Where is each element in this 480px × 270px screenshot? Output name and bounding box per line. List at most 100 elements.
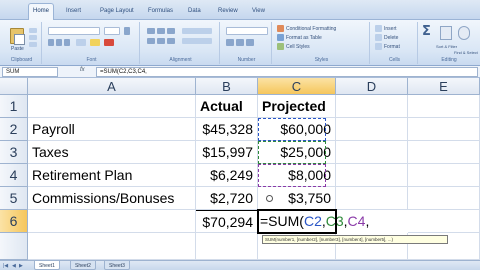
borders-icon[interactable]	[76, 39, 86, 46]
cell-e2[interactable]	[408, 118, 480, 141]
fill-color-icon[interactable]	[90, 39, 100, 46]
cell-e5[interactable]	[408, 187, 480, 210]
cut-icon[interactable]	[29, 28, 37, 33]
cell-d1[interactable]	[336, 95, 408, 118]
cell-d2[interactable]	[336, 118, 408, 141]
cell-a1[interactable]	[28, 95, 196, 118]
autosum-icon[interactable]: Σ	[422, 24, 431, 39]
grow-font-icon[interactable]	[124, 27, 130, 35]
paste-icon[interactable]	[10, 28, 25, 45]
sheet-tab-sheet3[interactable]: Sheet3	[104, 261, 130, 270]
cell-a7[interactable]	[28, 233, 196, 260]
copy-icon[interactable]	[29, 35, 37, 40]
cell-d5[interactable]	[336, 187, 408, 210]
column-header-d[interactable]: D	[336, 78, 408, 95]
font-size-dropdown[interactable]	[104, 27, 120, 35]
format-painter-icon[interactable]	[29, 42, 37, 47]
format-cells-icon[interactable]	[375, 43, 382, 50]
tab-view[interactable]: View	[248, 4, 269, 20]
tab-insert[interactable]: Insert	[62, 4, 85, 20]
cell-b1[interactable]: Actual	[196, 95, 258, 118]
find-select-button[interactable]: Find & Select	[454, 50, 478, 55]
format-cells-button[interactable]: Format	[384, 44, 400, 50]
select-all-corner[interactable]	[0, 78, 28, 95]
currency-icon[interactable]	[226, 39, 234, 46]
conditional-formatting-icon[interactable]	[277, 25, 284, 32]
italic-icon[interactable]	[56, 39, 62, 46]
formula-input[interactable]: =SUM(C2,C3,C4,	[96, 67, 478, 77]
row-header-4[interactable]: 4	[0, 164, 28, 187]
first-sheet-arrow-icon[interactable]: |◀	[3, 263, 8, 269]
row-header-6[interactable]: 6	[0, 210, 28, 233]
cell-a2[interactable]: Payroll	[28, 118, 196, 141]
cell-b4[interactable]: $6,249	[196, 164, 258, 187]
cell-a3[interactable]: Taxes	[28, 141, 196, 164]
cell-b7[interactable]	[196, 233, 258, 260]
wrap-text-button[interactable]	[182, 28, 212, 34]
align-middle-icon[interactable]	[157, 28, 165, 34]
merge-center-button[interactable]	[182, 38, 212, 44]
cell-e6[interactable]	[408, 210, 480, 233]
font-color-icon[interactable]	[104, 39, 114, 46]
format-as-table-button[interactable]: Format as Table	[286, 35, 322, 41]
format-as-table-icon[interactable]	[277, 34, 284, 41]
cell-d4[interactable]	[336, 164, 408, 187]
find-select-icon[interactable]	[458, 26, 470, 40]
cell-a4[interactable]: Retirement Plan	[28, 164, 196, 187]
cell-e3[interactable]	[408, 141, 480, 164]
name-box[interactable]: SUM	[2, 67, 58, 77]
paste-button[interactable]: Paste	[11, 46, 24, 52]
cell-b5[interactable]: $2,720	[196, 187, 258, 210]
cell-c1[interactable]: Projected	[258, 95, 336, 118]
cell-styles-icon[interactable]	[277, 43, 284, 50]
cell-e4[interactable]	[408, 164, 480, 187]
column-header-e[interactable]: E	[408, 78, 480, 95]
underline-icon[interactable]	[64, 39, 70, 46]
cell-styles-button[interactable]: Cell Styles	[286, 44, 310, 50]
tab-data[interactable]: Data	[184, 4, 205, 20]
cell-c3[interactable]: $25,000	[258, 141, 336, 164]
column-header-a[interactable]: A	[28, 78, 196, 95]
sort-filter-button[interactable]: Sort & Filter	[436, 44, 457, 49]
row-header-1[interactable]: 1	[0, 95, 28, 118]
row-header-5[interactable]: 5	[0, 187, 28, 210]
sort-filter-icon[interactable]	[440, 26, 452, 40]
font-name-dropdown[interactable]	[48, 27, 100, 35]
cell-c2[interactable]: $60,000	[258, 118, 336, 141]
align-top-icon[interactable]	[147, 28, 155, 34]
cell-a6[interactable]	[28, 210, 196, 233]
cell-b2[interactable]: $45,328	[196, 118, 258, 141]
sheet-tab-sheet1[interactable]: Sheet1	[34, 261, 60, 270]
prev-sheet-arrow-icon[interactable]: ◀	[12, 263, 16, 269]
column-header-b[interactable]: B	[196, 78, 258, 95]
cell-a5[interactable]: Commissions/Bonuses	[28, 187, 196, 210]
cell-c6-editing[interactable]: =SUM(C2,C3,C4,	[258, 210, 369, 233]
sheet-tab-sheet2[interactable]: Sheet2	[70, 261, 96, 270]
insert-cells-icon[interactable]	[375, 25, 382, 32]
delete-cells-icon[interactable]	[375, 34, 382, 41]
insert-cells-button[interactable]: Insert	[384, 26, 397, 32]
row-header-7[interactable]	[0, 233, 28, 260]
cell-b3[interactable]: $15,997	[196, 141, 258, 164]
row-header-3[interactable]: 3	[0, 141, 28, 164]
cell-e1[interactable]	[408, 95, 480, 118]
cell-d3[interactable]	[336, 141, 408, 164]
align-left-icon[interactable]	[147, 38, 155, 44]
align-right-icon[interactable]	[167, 38, 175, 44]
percent-icon[interactable]	[236, 39, 244, 46]
cell-c4[interactable]: $8,000	[258, 164, 336, 187]
tab-formulas[interactable]: Formulas	[144, 4, 177, 20]
cell-b6[interactable]: $70,294	[196, 210, 258, 233]
next-sheet-arrow-icon[interactable]: ▶	[19, 263, 23, 269]
align-center-icon[interactable]	[157, 38, 165, 44]
insert-function-icon[interactable]: fx	[80, 67, 85, 73]
tab-review[interactable]: Review	[214, 4, 242, 20]
bold-icon[interactable]	[48, 39, 54, 46]
number-format-dropdown[interactable]	[226, 27, 268, 35]
row-header-2[interactable]: 2	[0, 118, 28, 141]
comma-icon[interactable]	[246, 39, 254, 46]
align-bottom-icon[interactable]	[167, 28, 175, 34]
tab-home[interactable]: Home	[28, 3, 55, 21]
column-header-c[interactable]: C	[258, 78, 336, 95]
tab-page-layout[interactable]: Page Layout	[96, 4, 138, 20]
